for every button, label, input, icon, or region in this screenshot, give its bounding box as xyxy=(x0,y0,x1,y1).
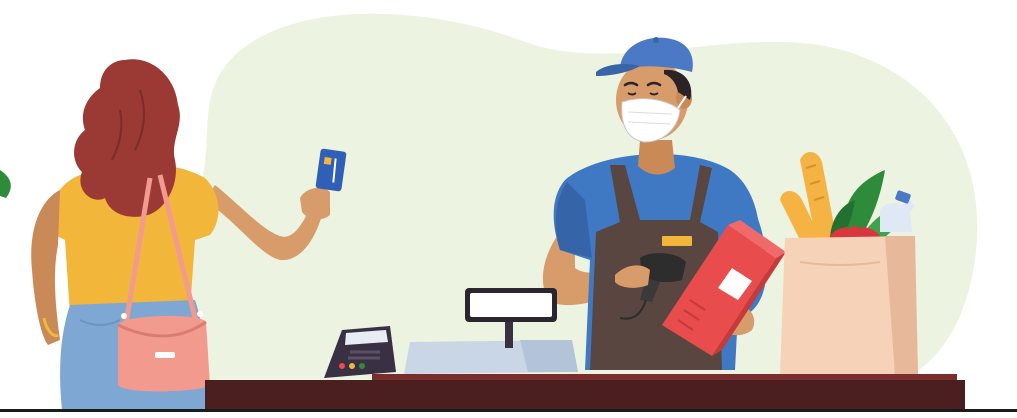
edge-leaf xyxy=(0,170,11,198)
checkout-scene xyxy=(0,13,1017,412)
credit-card-icon xyxy=(315,148,347,192)
handbag-icon xyxy=(117,311,210,392)
